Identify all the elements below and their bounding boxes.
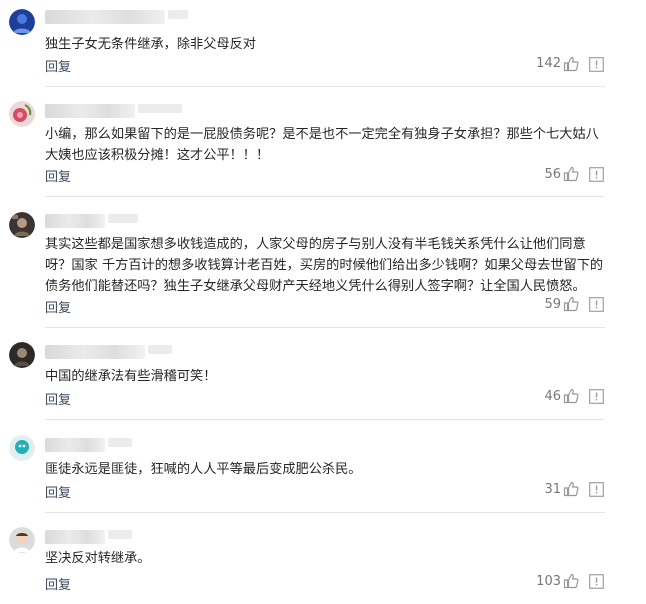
like-count: 142: [536, 56, 561, 71]
username-blurred-extra: [138, 104, 182, 113]
divider: [45, 512, 605, 513]
comment-item: 中国的继承法有些滑稽可笑！ 回复 46: [0, 341, 646, 411]
thumbs-up-icon[interactable]: [563, 296, 579, 312]
thumbs-up-icon[interactable]: [563, 166, 579, 182]
divider: [45, 86, 605, 87]
divider: [45, 327, 605, 328]
reply-button[interactable]: 回复: [45, 166, 71, 185]
report-icon[interactable]: [589, 482, 604, 497]
avatar[interactable]: [9, 212, 35, 238]
avatar[interactable]: [9, 527, 35, 553]
username-blurred: [45, 104, 135, 118]
report-icon[interactable]: [589, 574, 604, 589]
divider: [45, 196, 605, 197]
comment-item: 其实这些都是国家想多收钱造成的，人家父母的房子与别人没有半毛钱关系凭什么让他们同…: [0, 210, 646, 318]
username-blurred: [45, 10, 165, 24]
avatar[interactable]: [9, 435, 35, 461]
divider: [45, 419, 605, 420]
reply-button[interactable]: 回复: [45, 389, 71, 408]
comment-text: 独生子女无条件继承，除非父母反对: [45, 37, 256, 52]
username-blurred: [45, 438, 105, 452]
like-count: 103: [536, 574, 561, 589]
report-icon[interactable]: [589, 297, 604, 312]
like-count: 31: [544, 482, 561, 497]
like-count: 46: [544, 389, 561, 404]
reply-button[interactable]: 回复: [45, 574, 71, 593]
reply-button[interactable]: 回复: [45, 297, 71, 316]
comment-item: 匪徒永远是匪徒，狂喊的人人平等最后变成肥公杀民。 回复 31: [0, 434, 646, 504]
username-blurred: [45, 345, 145, 359]
comment-item: 独生子女无条件继承，除非父母反对 回复 142: [0, 6, 646, 78]
avatar[interactable]: [9, 101, 35, 127]
thumbs-up-icon[interactable]: [563, 573, 579, 589]
username-blurred: [45, 214, 105, 228]
comment-text: 小编，那么如果留下的是一屁股债务呢？是不是也不一定完全有独身子女承担？那些个七大…: [45, 127, 599, 163]
username-blurred-extra: [168, 10, 188, 19]
username-blurred-extra: [108, 530, 132, 539]
comment-item: 小编，那么如果留下的是一屁股债务呢？是不是也不一定完全有独身子女承担？那些个七大…: [0, 100, 646, 188]
comment-text: 中国的继承法有些滑稽可笑！: [45, 369, 217, 384]
comment-item: 坚决反对转继承。 回复 103: [0, 526, 646, 602]
username-blurred-extra: [108, 438, 132, 447]
reply-button[interactable]: 回复: [45, 482, 71, 501]
comment-text: 匪徒永远是匪徒，狂喊的人人平等最后变成肥公杀民。: [45, 462, 362, 477]
report-icon[interactable]: [589, 57, 604, 72]
comment-text: 其实这些都是国家想多收钱造成的，人家父母的房子与别人没有半毛钱关系凭什么让他们同…: [45, 237, 604, 294]
report-icon[interactable]: [589, 389, 604, 404]
thumbs-up-icon[interactable]: [563, 388, 579, 404]
report-icon[interactable]: [589, 167, 604, 182]
thumbs-up-icon[interactable]: [563, 481, 579, 497]
comment-text: 坚决反对转继承。: [45, 551, 151, 566]
avatar[interactable]: [9, 9, 35, 35]
like-count: 56: [544, 167, 561, 182]
like-count: 59: [544, 297, 561, 312]
reply-button[interactable]: 回复: [45, 56, 71, 75]
username-blurred-extra: [148, 345, 172, 354]
username-blurred: [45, 530, 105, 544]
avatar[interactable]: [9, 342, 35, 368]
username-blurred-extra: [108, 214, 138, 223]
thumbs-up-icon[interactable]: [563, 56, 579, 72]
